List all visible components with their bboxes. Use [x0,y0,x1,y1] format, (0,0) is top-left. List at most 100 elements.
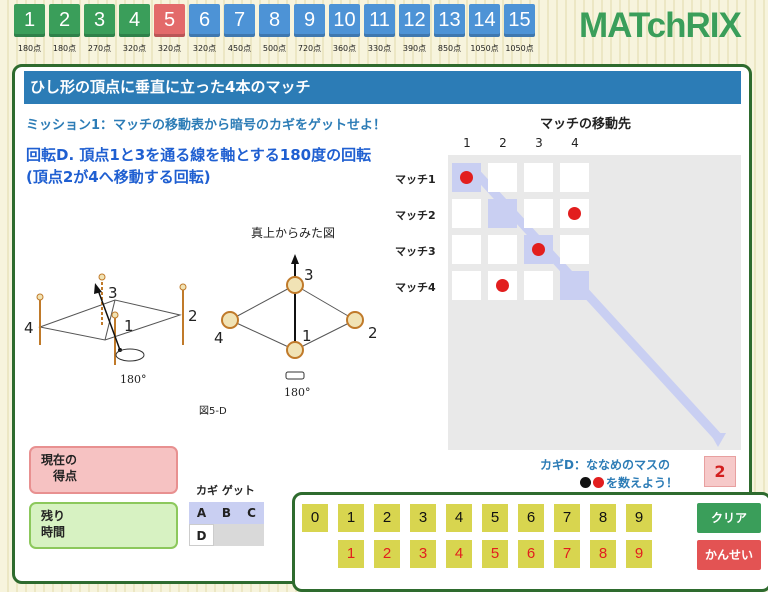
level-points: 330点 [367,44,392,53]
vertex-label-2: 2 [188,307,198,325]
destination-dot [532,243,545,256]
figure-number: 図5-D [199,406,227,417]
page-title: ひし形の頂点に垂直に立った4本のマッチ [24,71,741,104]
level-tabs: 1 180点 2 180点 3 270点 4 320点 5 320点 6 320点 7 450点 8 500点… [14,4,537,54]
level-tab-13[interactable]: 13 850点 [434,4,467,54]
key-red-2[interactable]: 2 [374,540,400,568]
matrix-cell[interactable] [488,163,517,192]
key-cell-d: D [189,524,214,546]
level-tab-11[interactable]: 11 330点 [364,4,397,54]
key-7[interactable]: 7 [554,504,580,532]
key-red-9[interactable]: 9 [626,540,652,568]
level-points: 390点 [402,44,427,53]
matrix-row-4: マッチ4 [395,281,436,294]
level-points: 1050点 [470,44,499,53]
perspective-figure: 4 3 1 2 180° [24,273,198,386]
key-5[interactable]: 5 [482,504,508,532]
remaining-time-panel: 残り 時間 [29,502,178,549]
destination-dot [568,207,581,220]
app-logo: MATchRIX [579,6,742,45]
level-number: 12 [399,4,430,37]
level-tab-2[interactable]: 2 180点 [49,4,82,54]
matrix-cell[interactable] [560,199,589,228]
key-red-4[interactable]: 4 [446,540,472,568]
key-red-3[interactable]: 3 [410,540,436,568]
matrix-cell[interactable] [524,163,553,192]
matrix-col-2: 2 [499,136,507,150]
key-red-5[interactable]: 5 [482,540,508,568]
vertex-label-3: 3 [108,284,118,302]
key-2[interactable]: 2 [374,504,400,532]
level-tab-8[interactable]: 8 500点 [259,4,292,54]
svg-text:180°: 180° [284,386,311,399]
level-number: 4 [119,4,150,37]
key-cell-b: B [214,502,239,524]
level-tab-7[interactable]: 7 450点 [224,4,257,54]
key-red-6[interactable]: 6 [518,540,544,568]
level-points: 450点 [227,44,252,53]
level-points: 720点 [297,44,322,53]
matrix-cell[interactable] [560,235,589,264]
matrix-row-3: マッチ3 [395,245,436,258]
level-number: 3 [84,4,115,37]
key-8[interactable]: 8 [590,504,616,532]
key-red-7[interactable]: 7 [554,540,580,568]
clear-button[interactable]: クリア [697,503,761,533]
level-tab-15[interactable]: 15 1050点 [504,4,537,54]
level-points: 1050点 [505,44,534,53]
rotation-arrow-icon [115,348,145,362]
answer-box[interactable]: 2 [704,456,736,487]
matrix-row-2: マッチ2 [395,209,436,222]
level-number: 7 [224,4,255,37]
level-tab-3[interactable]: 3 270点 [84,4,117,54]
matrix-row-1: マッチ1 [395,173,436,186]
level-tab-9[interactable]: 9 720点 [294,4,327,54]
level-tab-12[interactable]: 12 390点 [399,4,432,54]
level-points: 850点 [437,44,462,53]
key-cell-a: A [189,502,214,524]
level-tab-10[interactable]: 10 360点 [329,4,362,54]
key-cell-empty-2 [239,524,264,546]
key-0[interactable]: 0 [302,504,328,532]
level-number: 15 [504,4,535,37]
level-points: 500点 [262,44,287,53]
matrix-cell[interactable] [560,271,589,300]
matrix-col-1: 1 [463,136,471,150]
mission-text: ミッション1：マッチの移動表から暗号のカギをゲットせよ！ [26,118,387,133]
level-points: 180点 [17,44,42,53]
key-3[interactable]: 3 [410,504,436,532]
matrix-cell[interactable] [524,199,553,228]
key-9[interactable]: 9 [626,504,652,532]
level-points: 320点 [192,44,217,53]
matrix-cell[interactable] [560,163,589,192]
key-red-8[interactable]: 8 [590,540,616,568]
matrix-cell[interactable] [488,235,517,264]
level-points: 180点 [52,44,77,53]
key-get-title: カギ ゲット [196,484,255,497]
key-6[interactable]: 6 [518,504,544,532]
key-cell-empty-1 [214,524,239,546]
level-number: 9 [294,4,325,37]
matrix-cell[interactable] [452,235,481,264]
level-tab-5[interactable]: 5 320点 [154,4,187,54]
svg-text:2: 2 [368,324,378,342]
key-red-1[interactable]: 1 [338,540,364,568]
hint-line-2: を数えよう！ [580,474,678,491]
match-top-4 [221,311,239,329]
matrix-cell[interactable] [488,199,517,228]
level-tab-6[interactable]: 6 320点 [189,4,222,54]
matrix-col-3: 3 [535,136,543,150]
key-4[interactable]: 4 [446,504,472,532]
submit-button[interactable]: かんせい [697,540,761,570]
matrix-cell[interactable] [524,271,553,300]
matrix-cell[interactable] [452,271,481,300]
level-tab-14[interactable]: 14 1050点 [469,4,502,54]
matrix-cell[interactable] [452,163,481,192]
top-view-figure: 3 4 2 1 180° [214,254,378,399]
matrix-cell[interactable] [488,271,517,300]
matrix-cell[interactable] [452,199,481,228]
level-tab-4[interactable]: 4 320点 [119,4,152,54]
key-1[interactable]: 1 [338,504,364,532]
matrix-cell[interactable] [524,235,553,264]
level-tab-1[interactable]: 1 180点 [14,4,47,54]
